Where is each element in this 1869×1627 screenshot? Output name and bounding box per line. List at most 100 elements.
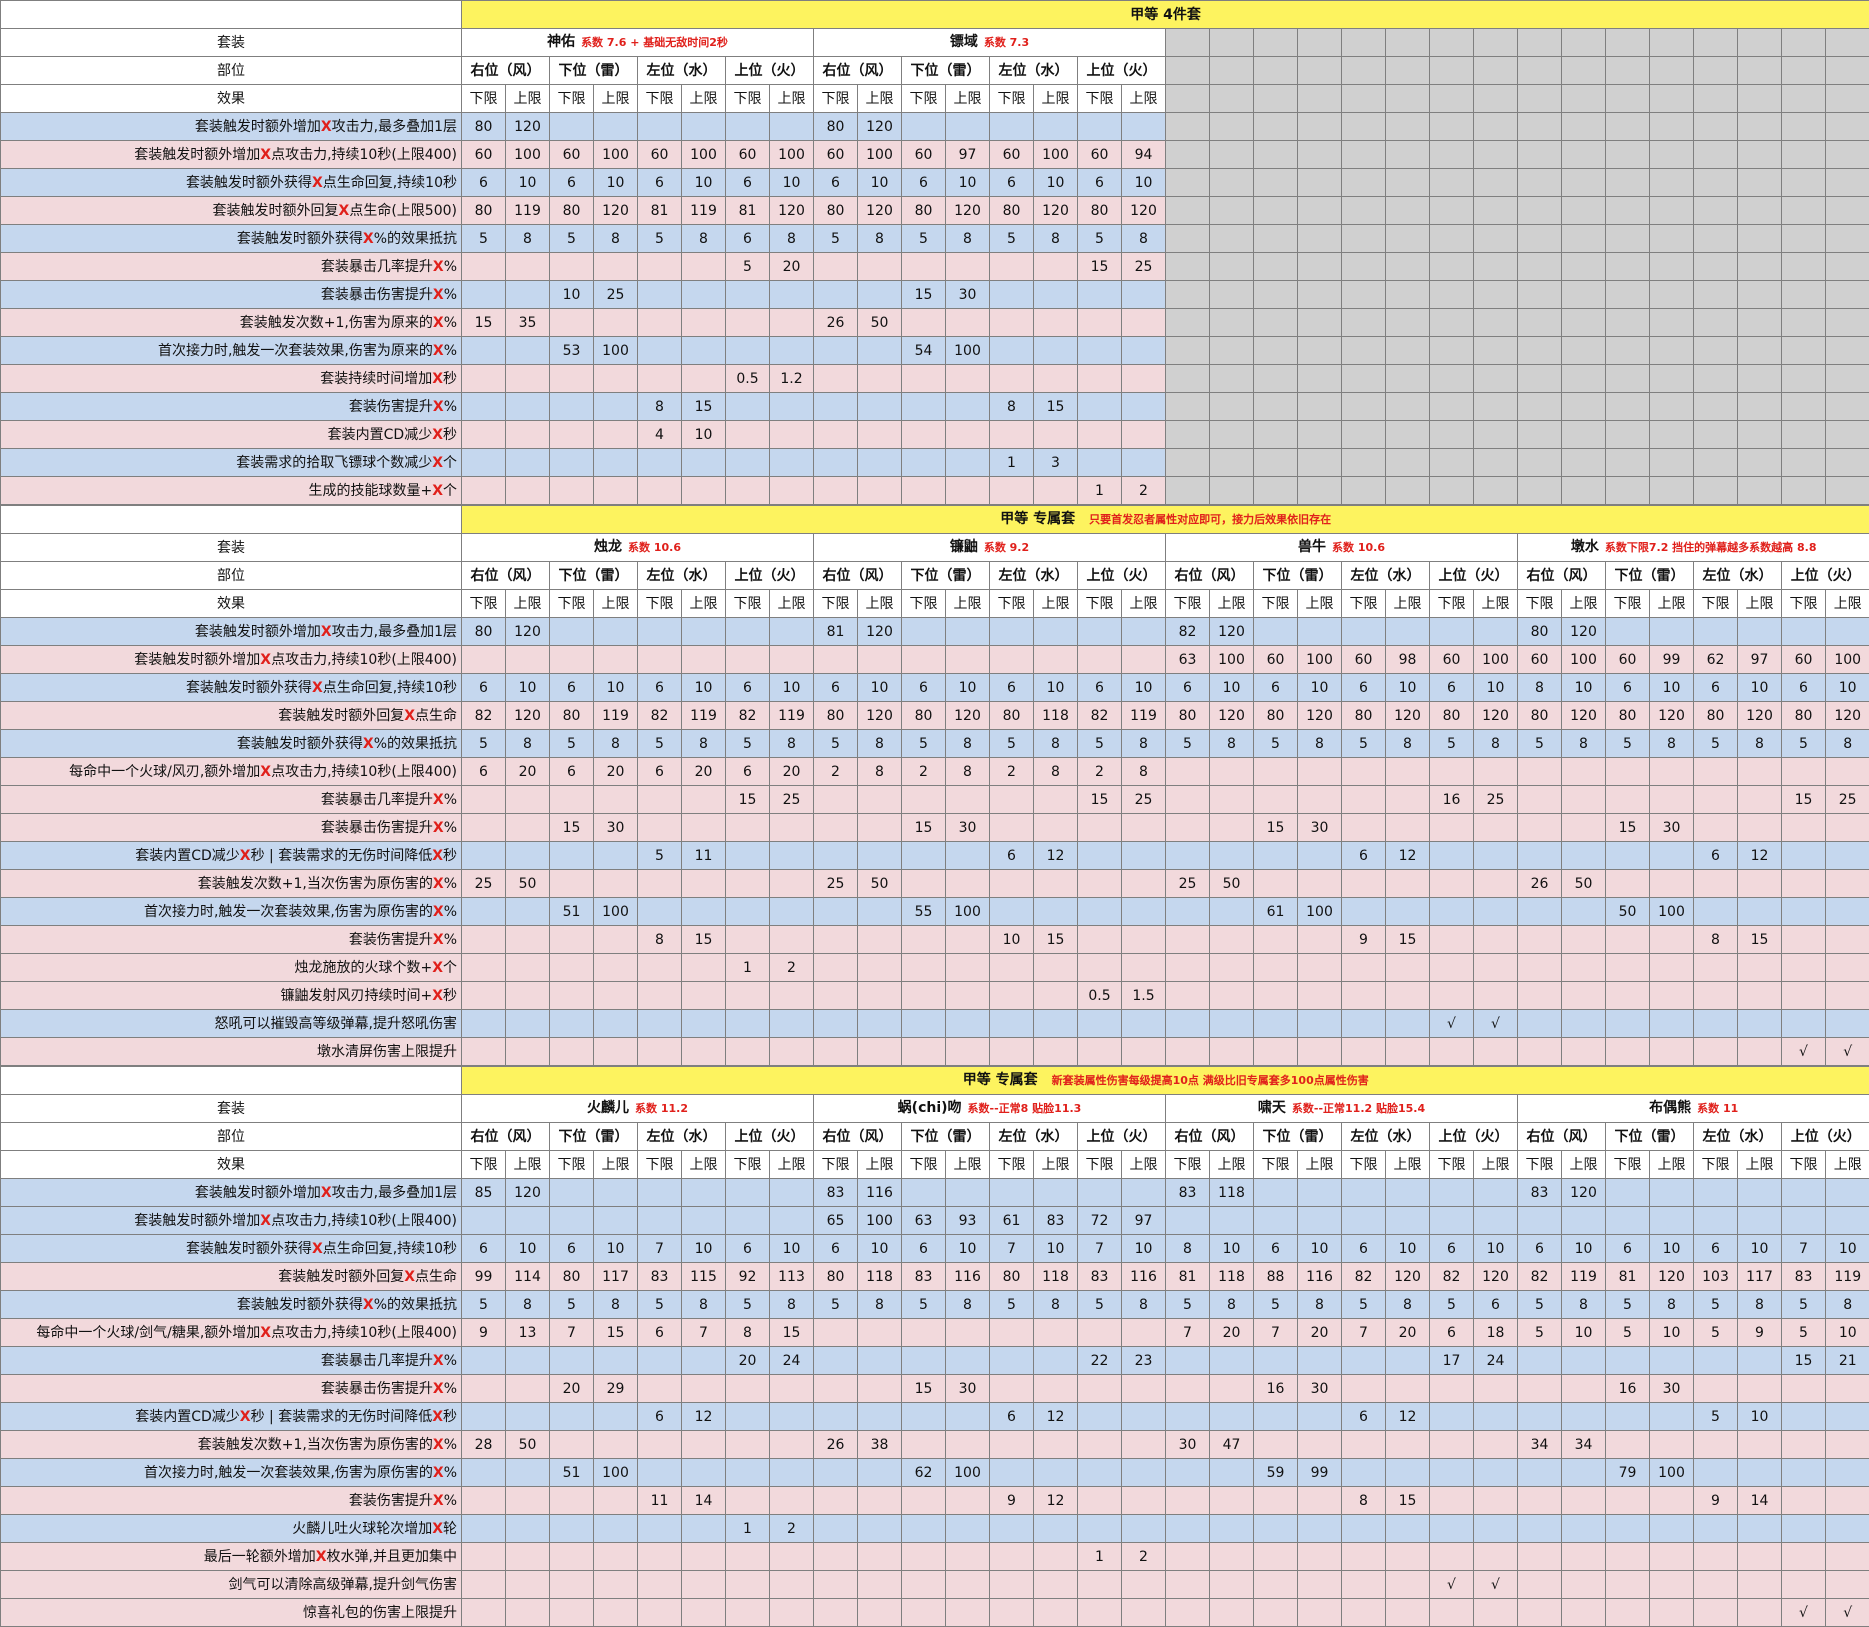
effect-description: 套装暴击几率提升X% xyxy=(1,253,462,281)
empty-cell xyxy=(1386,253,1430,281)
value-cell xyxy=(1650,870,1694,898)
empty-cell xyxy=(1210,365,1254,393)
value-cell: 7 xyxy=(1078,1235,1122,1263)
empty-cell xyxy=(1826,29,1869,57)
value-cell xyxy=(1430,1179,1474,1207)
empty-cell xyxy=(1298,225,1342,253)
empty-cell xyxy=(1606,421,1650,449)
empty-cell xyxy=(1430,393,1474,421)
value-cell xyxy=(814,1319,858,1347)
value-cell: 72 xyxy=(1078,1207,1122,1235)
value-cell xyxy=(902,477,946,505)
value-cell: 0.5 xyxy=(726,365,770,393)
value-cell: 5 xyxy=(902,225,946,253)
upper-limit-header: 上限 xyxy=(506,590,550,618)
value-cell: 1 xyxy=(726,1515,770,1543)
value-cell xyxy=(550,113,594,141)
empty-cell xyxy=(1298,337,1342,365)
effect-row: 套装伤害提升X%1114912815914 xyxy=(1,1487,1869,1515)
value-cell xyxy=(858,1543,902,1571)
upper-limit-header: 上限 xyxy=(1034,85,1078,113)
value-cell: 118 xyxy=(1034,1263,1078,1291)
value-cell xyxy=(726,870,770,898)
value-cell xyxy=(902,786,946,814)
effect-row: 套装触发时额外回复X点生命991148011783115921138011883… xyxy=(1,1263,1869,1291)
value-cell: 15 xyxy=(1606,814,1650,842)
empty-cell xyxy=(1474,281,1518,309)
value-cell xyxy=(550,253,594,281)
value-cell: 80 xyxy=(1694,702,1738,730)
upper-limit-header: 上限 xyxy=(1650,1151,1694,1179)
value-cell xyxy=(462,281,506,309)
value-cell xyxy=(1650,1431,1694,1459)
value-cell xyxy=(814,1459,858,1487)
empty-cell xyxy=(1650,281,1694,309)
value-cell xyxy=(638,1543,682,1571)
part-label: 部位 xyxy=(1,562,462,590)
set-name-cell: 布偶熊系数 11 xyxy=(1518,1095,1869,1123)
effect-description: 每命中一个火球/剑气/糖果,额外增加X点攻击力,持续10秒(上限400) xyxy=(1,1319,462,1347)
value-cell xyxy=(506,1571,550,1599)
upper-limit-header: 上限 xyxy=(1298,590,1342,618)
value-cell xyxy=(682,365,726,393)
value-cell: 80 xyxy=(462,113,506,141)
value-cell xyxy=(1738,618,1782,646)
empty-cell xyxy=(1430,337,1474,365)
value-cell xyxy=(1166,1347,1210,1375)
set-name-row: 套装神佑系数 7.6 + 基础无敌时间2秒镖域系数 7.3 xyxy=(1,29,1869,57)
value-cell xyxy=(1078,1431,1122,1459)
upper-limit-header: 上限 xyxy=(858,85,902,113)
value-cell: 12 xyxy=(682,1403,726,1431)
value-cell xyxy=(902,954,946,982)
value-cell xyxy=(858,393,902,421)
value-cell xyxy=(946,1038,990,1066)
value-cell xyxy=(1826,618,1869,646)
value-cell xyxy=(902,253,946,281)
value-cell xyxy=(1826,1375,1869,1403)
value-cell xyxy=(1606,1487,1650,1515)
value-cell: 118 xyxy=(1210,1263,1254,1291)
value-cell xyxy=(1606,870,1650,898)
value-cell xyxy=(1210,1010,1254,1038)
value-cell: 8 xyxy=(946,1291,990,1319)
value-cell xyxy=(1826,982,1869,1010)
value-cell xyxy=(1166,814,1210,842)
value-cell xyxy=(1166,982,1210,1010)
value-cell xyxy=(902,618,946,646)
section-title-text: 甲等 4件套 xyxy=(1130,7,1201,23)
empty-cell xyxy=(1342,393,1386,421)
position-header: 下位（雷） xyxy=(550,562,638,590)
value-cell xyxy=(1738,1515,1782,1543)
effect-description: 套装内置CD减少X秒 | 套装需求的无伤时间降低X秒 xyxy=(1,842,462,870)
value-cell xyxy=(594,1010,638,1038)
value-cell: 119 xyxy=(770,702,814,730)
upper-limit-header: 上限 xyxy=(1298,1151,1342,1179)
empty-cell xyxy=(1342,113,1386,141)
value-cell xyxy=(1474,1515,1518,1543)
effect-description: 套装触发次数+1,伤害为原来的X% xyxy=(1,309,462,337)
value-cell xyxy=(1518,1571,1562,1599)
effect-description: 墩水清屏伤害上限提升 xyxy=(1,1038,462,1066)
value-cell: 8 xyxy=(858,1291,902,1319)
empty-cell xyxy=(1826,337,1869,365)
value-cell xyxy=(1562,1010,1606,1038)
value-cell: 119 xyxy=(594,702,638,730)
effect-description: 套装内置CD减少X秒 xyxy=(1,421,462,449)
value-cell xyxy=(1034,113,1078,141)
value-cell xyxy=(1694,1459,1738,1487)
empty-cell xyxy=(1782,85,1826,113)
value-cell: 8 xyxy=(858,225,902,253)
value-cell xyxy=(462,1543,506,1571)
effect-description: 套装暴击伤害提升X% xyxy=(1,814,462,842)
value-cell xyxy=(1826,842,1869,870)
value-cell xyxy=(506,898,550,926)
empty-cell xyxy=(1650,197,1694,225)
empty-cell xyxy=(1298,85,1342,113)
effect-row: 套装伤害提升X%815815 xyxy=(1,393,1869,421)
lower-limit-header: 下限 xyxy=(726,1151,770,1179)
value-cell: 6 xyxy=(638,1403,682,1431)
value-cell: 5 xyxy=(1694,730,1738,758)
effect-description: 套装触发时额外回复X点生命(上限500) xyxy=(1,197,462,225)
position-header: 右位（风） xyxy=(462,562,550,590)
value-cell xyxy=(1826,1207,1869,1235)
